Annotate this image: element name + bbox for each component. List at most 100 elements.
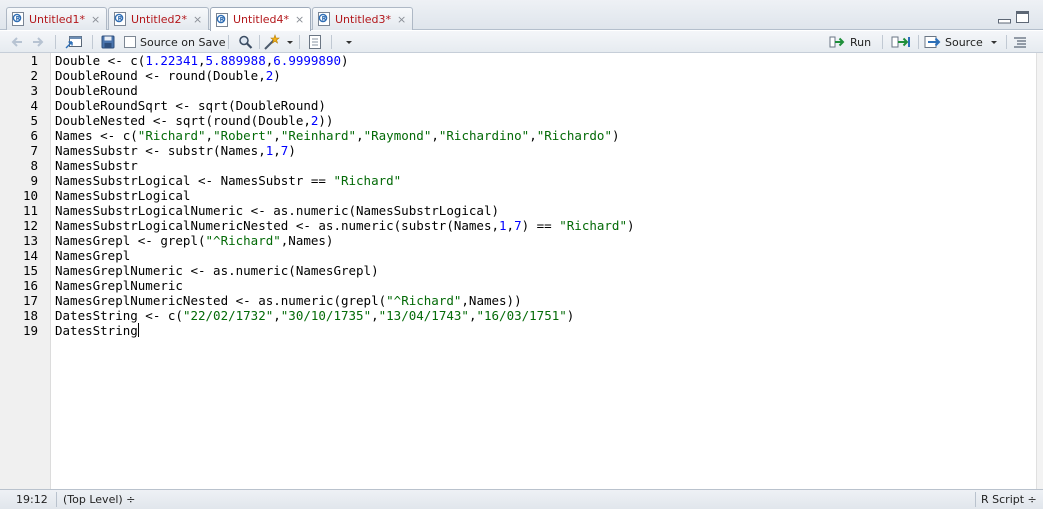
save-icon[interactable]: [101, 34, 115, 50]
line-number: 11: [22, 203, 38, 218]
checkbox-box[interactable]: [124, 36, 136, 48]
code-token: "Richardo": [536, 128, 612, 143]
code-token: ): [611, 128, 620, 143]
code-line[interactable]: NamesSubstrLogicalNumericNested <- as.nu…: [55, 218, 635, 233]
close-icon[interactable]: ×: [295, 13, 304, 26]
r-document-icon: R: [114, 12, 126, 26]
search-icon[interactable]: [238, 34, 253, 50]
source-on-save-label: Source on Save: [140, 35, 226, 49]
outline-icon[interactable]: [1013, 34, 1027, 50]
code-line[interactable]: NamesGrepl: [55, 248, 130, 263]
code-line[interactable]: DatesString: [55, 323, 139, 338]
line-number: 18: [22, 308, 38, 323]
code-token: DoubleRound <- round(Double,: [55, 68, 266, 83]
code-token: ): [273, 68, 281, 83]
scope-selector[interactable]: (Top Level) ÷: [63, 493, 135, 506]
show-in-window-icon[interactable]: [65, 34, 83, 50]
code-line[interactable]: NamesSubstrLogical: [55, 188, 190, 203]
code-line[interactable]: NamesGreplNumericNested <- as.numeric(gr…: [55, 293, 522, 308]
code-token: ,: [356, 128, 364, 143]
line-number: 12: [22, 218, 38, 233]
line-number: 14: [22, 248, 38, 263]
code-line[interactable]: NamesGreplNumeric <- as.numeric(NamesGre…: [55, 263, 379, 278]
vertical-scrollbar[interactable]: [1036, 53, 1043, 489]
code-token: Double <- c(: [55, 53, 146, 68]
code-token: ,: [506, 218, 515, 233]
code-editor[interactable]: Double <- c(1.22341,5.889988,6.9999890) D…: [51, 53, 1036, 489]
code-token: NamesGrepl: [55, 248, 131, 263]
code-token: NamesSubstr <- substr(Names,: [55, 143, 266, 158]
code-token: 1.22341: [145, 53, 198, 68]
code-line[interactable]: NamesSubstrLogicalNumeric <- as.numeric(…: [55, 203, 499, 218]
code-token: ,: [273, 143, 281, 158]
line-number: 5: [30, 113, 38, 128]
code-token: DoubleRound: [55, 83, 138, 98]
maximize-pane-icon[interactable]: [1016, 11, 1029, 23]
source-on-save-checkbox[interactable]: Source on Save: [124, 34, 225, 50]
code-line[interactable]: DoubleRoundSqrt <- sqrt(DoubleRound): [55, 98, 326, 113]
cursor-position: 19:12: [16, 493, 48, 506]
code-token: DoubleRoundSqrt <- sqrt(DoubleRound): [55, 98, 326, 113]
line-number: 10: [22, 188, 38, 203]
code-token: "13/04/1743": [378, 308, 469, 323]
svg-text:R: R: [118, 15, 123, 22]
source-arrow-icon: [924, 36, 941, 48]
code-token: ): [341, 53, 349, 68]
r-document-icon: R: [318, 12, 330, 26]
tab-untitled1[interactable]: R Untitled1* ×: [6, 7, 108, 30]
code-token: ): [288, 143, 296, 158]
code-token: ): [626, 218, 635, 233]
r-document-icon: R: [12, 12, 24, 26]
source-label: Source: [945, 35, 983, 49]
line-number: 1: [30, 53, 38, 68]
code-token: "30/10/1735": [280, 308, 372, 323]
back-arrow-icon[interactable]: [10, 34, 24, 50]
tab-untitled4[interactable]: R Untitled4* ×: [210, 7, 312, 31]
tab-untitled3[interactable]: R Untitled3* ×: [312, 7, 414, 30]
code-token: "16/03/1751": [476, 308, 567, 323]
line-number: 15: [22, 263, 38, 278]
minimize-pane-icon[interactable]: [998, 12, 1011, 24]
code-token: NamesSubstrLogical <- NamesSubstr ==: [55, 173, 334, 188]
code-line[interactable]: DatesString <- c("22/02/1732","30/10/173…: [55, 308, 574, 323]
code-line[interactable]: Double <- c(1.22341,5.889988,6.9999890): [55, 53, 349, 68]
forward-arrow-icon[interactable]: [31, 34, 45, 50]
code-token: 7: [514, 218, 522, 233]
more-dropdown-icon[interactable]: [344, 34, 354, 50]
code-line[interactable]: NamesGrepl <- grepl("^Richard",Names): [55, 233, 333, 248]
line-number: 7: [30, 143, 38, 158]
code-line[interactable]: NamesGreplNumeric: [55, 278, 183, 293]
code-token: ,: [529, 128, 537, 143]
rerun-icon[interactable]: [891, 34, 913, 50]
r-document-icon: R: [216, 12, 228, 27]
code-line[interactable]: DoubleRound: [55, 83, 138, 98]
line-number: 4: [30, 98, 38, 113]
compile-report-icon[interactable]: [307, 34, 323, 50]
code-token: )): [318, 113, 334, 128]
code-line[interactable]: DoubleNested <- sqrt(round(Double,2)): [55, 113, 333, 128]
source-button[interactable]: Source: [924, 34, 983, 50]
code-line[interactable]: DoubleRound <- round(Double,2): [55, 68, 281, 83]
line-number: 8: [30, 158, 38, 173]
code-token: "22/02/1732": [182, 308, 274, 323]
code-token: DatesString: [55, 323, 138, 338]
magic-wand-icon[interactable]: [263, 34, 281, 50]
code-token: "Richard": [333, 173, 402, 188]
close-icon[interactable]: ×: [193, 13, 202, 26]
chevron-down-icon[interactable]: [286, 34, 294, 50]
line-number: 9: [30, 173, 38, 188]
source-dropdown-chevron-icon[interactable]: [989, 34, 999, 50]
tab-untitled2[interactable]: R Untitled2* ×: [108, 7, 210, 30]
code-line[interactable]: NamesSubstr: [55, 158, 138, 173]
run-label: Run: [850, 35, 872, 49]
close-icon[interactable]: ×: [397, 13, 406, 26]
code-line[interactable]: NamesSubstr <- substr(Names,1,7): [55, 143, 296, 158]
code-token: 5.889988: [205, 53, 266, 68]
run-button[interactable]: Run: [829, 34, 871, 50]
close-icon[interactable]: ×: [91, 13, 100, 26]
code-line[interactable]: Names <- c("Richard","Robert","Reinhard"…: [55, 128, 620, 143]
code-line[interactable]: NamesSubstrLogical <- NamesSubstr == "Ri…: [55, 173, 401, 188]
text-cursor: [137, 323, 139, 337]
code-token: ,: [371, 308, 379, 323]
filetype-selector[interactable]: R Script ÷: [981, 493, 1037, 506]
